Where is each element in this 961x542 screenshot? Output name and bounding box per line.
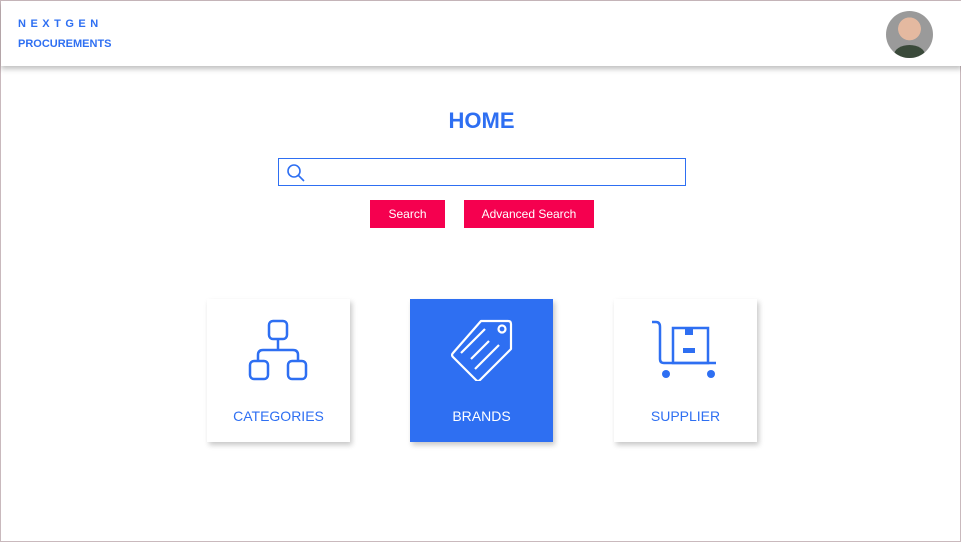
tag-icon — [451, 319, 513, 381]
search-button[interactable]: Search — [370, 200, 445, 228]
card-label: CATEGORIES — [233, 408, 324, 424]
search-box[interactable] — [278, 158, 686, 186]
card-label: SUPPLIER — [650, 408, 721, 424]
logo-line2[interactable]: PROCUREMENTS — [18, 38, 112, 50]
advanced-search-button[interactable]: Advanced Search — [464, 200, 594, 228]
page-title: HOME — [448, 108, 515, 133]
search-input[interactable] — [311, 162, 681, 182]
header: NEXTGEN PROCUREMENTS — [1, 1, 961, 66]
logo-line1[interactable]: NEXTGEN — [18, 18, 103, 30]
avatar[interactable] — [886, 11, 933, 58]
hierarchy-icon — [248, 319, 308, 381]
trolley-box-icon — [652, 320, 716, 378]
card-label: BRANDS — [452, 408, 511, 424]
card-brands[interactable]: BRANDS — [410, 299, 553, 442]
search-icon — [287, 164, 305, 182]
card-categories[interactable]: CATEGORIES — [207, 299, 350, 442]
avatar-body — [894, 45, 925, 58]
card-supplier[interactable]: SUPPLIER — [614, 299, 757, 442]
